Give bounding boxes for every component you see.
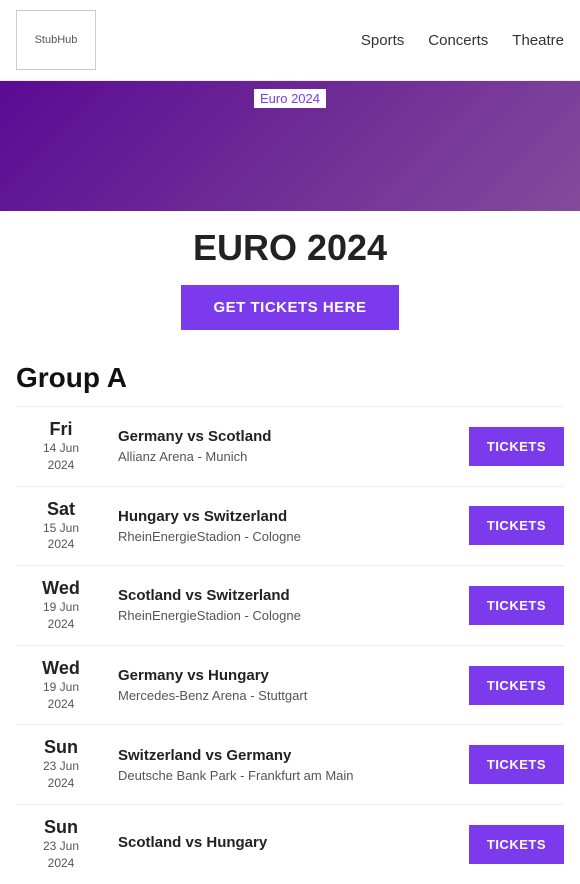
event-day-4: Sun [16,737,106,758]
tickets-button-2[interactable]: TICKETS [469,586,564,625]
event-date-0: Fri 14 Jun2024 [16,419,106,474]
event-info-1: Hungary vs Switzerland RheinEnergieStadi… [106,508,469,544]
event-venue-0: Allianz Arena - Munich [118,449,457,464]
event-matchup-1: Hungary vs Switzerland [118,508,457,525]
event-matchup-3: Germany vs Hungary [118,667,457,684]
event-day-5: Sun [16,817,106,838]
event-date-1: Sat 15 Jun2024 [16,499,106,554]
event-info-5: Scotland vs Hungary [106,834,469,855]
event-date-detail-3: 19 Jun2024 [16,679,106,713]
event-matchup-4: Switzerland vs Germany [118,747,457,764]
page-title: EURO 2024 [16,227,564,269]
event-venue-2: RheinEnergieStadion - Cologne [118,608,457,623]
event-day-3: Wed [16,658,106,679]
event-date-detail-1: 15 Jun2024 [16,520,106,554]
event-date-2: Wed 19 Jun2024 [16,578,106,633]
event-day-1: Sat [16,499,106,520]
tickets-button-5[interactable]: TICKETS [469,825,564,864]
event-venue-3: Mercedes-Benz Arena - Stuttgart [118,688,457,703]
event-date-detail-4: 23 Jun2024 [16,758,106,792]
event-row: Fri 14 Jun2024 Germany vs Scotland Allia… [16,406,564,486]
event-matchup-2: Scotland vs Switzerland [118,587,457,604]
event-row: Sun 23 Jun2024 Scotland vs Hungary TICKE… [16,804,564,884]
event-date-detail-2: 19 Jun2024 [16,599,106,633]
event-row: Wed 19 Jun2024 Germany vs Hungary Merced… [16,645,564,725]
tickets-button-4[interactable]: TICKETS [469,745,564,784]
group-a-section: Group A Fri 14 Jun2024 Germany vs Scotla… [0,338,580,884]
events-list: Fri 14 Jun2024 Germany vs Scotland Allia… [16,406,564,884]
event-day-0: Fri [16,419,106,440]
group-a-title: Group A [16,362,564,394]
event-info-4: Switzerland vs Germany Deutsche Bank Par… [106,747,469,783]
site-header: StubHub Sports Concerts Theatre [0,0,580,81]
event-matchup-0: Germany vs Scotland [118,428,457,445]
event-row: Sat 15 Jun2024 Hungary vs Switzerland Rh… [16,486,564,566]
nav-item-concerts[interactable]: Concerts [428,32,488,49]
tickets-button-3[interactable]: TICKETS [469,666,564,705]
event-info-3: Germany vs Hungary Mercedes-Benz Arena -… [106,667,469,703]
event-row: Sun 23 Jun2024 Switzerland vs Germany De… [16,724,564,804]
event-date-5: Sun 23 Jun2024 [16,817,106,872]
title-section: EURO 2024 GET TICKETS HERE [0,211,580,338]
nav-item-theatre[interactable]: Theatre [512,32,564,49]
main-nav: Sports Concerts Theatre [361,32,564,49]
event-date-3: Wed 19 Jun2024 [16,658,106,713]
logo: StubHub [16,10,96,70]
logo-text: StubHub [35,34,78,46]
event-day-2: Wed [16,578,106,599]
tickets-button-0[interactable]: TICKETS [469,427,564,466]
event-info-0: Germany vs Scotland Allianz Arena - Muni… [106,428,469,464]
event-date-4: Sun 23 Jun2024 [16,737,106,792]
event-date-detail-5: 23 Jun2024 [16,838,106,872]
event-date-detail-0: 14 Jun2024 [16,440,106,474]
event-matchup-5: Scotland vs Hungary [118,834,457,851]
event-venue-1: RheinEnergieStadion - Cologne [118,529,457,544]
event-info-2: Scotland vs Switzerland RheinEnergieStad… [106,587,469,623]
tickets-button-1[interactable]: TICKETS [469,506,564,545]
event-venue-4: Deutsche Bank Park - Frankfurt am Main [118,768,457,783]
breadcrumb: Euro 2024 [254,89,326,108]
event-row: Wed 19 Jun2024 Scotland vs Switzerland R… [16,565,564,645]
nav-item-sports[interactable]: Sports [361,32,404,49]
get-tickets-cta-button[interactable]: GET TICKETS HERE [181,285,398,330]
hero-banner: Euro 2024 [0,81,580,211]
